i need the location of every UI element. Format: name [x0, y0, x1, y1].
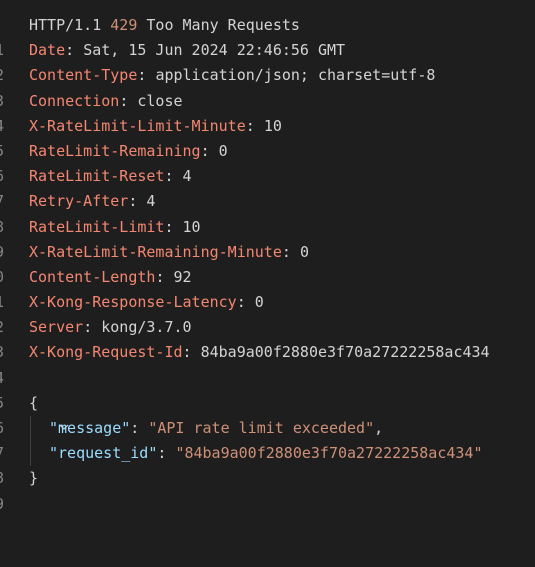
- editor-line: 9 RateLimit-Limit: 10: [0, 215, 535, 261]
- header-name: X-RateLimit-Remaining-Minute: [29, 242, 282, 261]
- editor-line: 3 Content-Type: application/json; charse…: [0, 63, 535, 109]
- header-value: kong/3.7.0: [101, 318, 192, 337]
- header-name: X-Kong-Request-Id: [29, 343, 183, 362]
- status-text: Too Many Requests: [146, 16, 300, 34]
- header-value: 10: [182, 217, 201, 236]
- line-number: 9: [0, 492, 5, 517]
- protocol: HTTP/1.1: [29, 16, 102, 34]
- header-name: Content-Type: [29, 66, 138, 85]
- header-value: 0: [218, 141, 228, 160]
- json-open-brace: {: [29, 393, 39, 412]
- header-line: X-RateLimit-Remaining-Minute: 0: [29, 242, 309, 261]
- header-line: Date: Sat, 15 Jun 2024 22:46:56 GMT: [29, 41, 346, 60]
- editor-line: 1 Content-Length: 92: [0, 265, 535, 311]
- editor-line: 4 Connection: close: [0, 89, 535, 135]
- header-value: 4: [146, 192, 156, 211]
- header-line: Retry-After: 4: [29, 192, 156, 211]
- header-value: application/json; charset=utf-8: [155, 66, 436, 85]
- header-line: X-Kong-Request-Id: 84ba9a00f2880e3f70a27…: [29, 343, 490, 362]
- header-line: Content-Length: 92: [29, 267, 192, 286]
- header-name: X-Kong-Response-Latency: [29, 293, 237, 312]
- header-name: Connection: [29, 91, 120, 110]
- editor-line: 3 Server: kong/3.7.0: [0, 315, 535, 361]
- editor-line: 7 RateLimit-Reset: 4: [0, 164, 535, 210]
- editor-line: 8 "request_id": "84ba9a00f2880e3f70a2722…: [0, 441, 535, 487]
- header-name: Server: [29, 318, 84, 337]
- editor-line: 9 }: [0, 466, 535, 512]
- header-name: RateLimit-Remaining: [29, 141, 201, 160]
- editor-line: 7 "message": "API rate limit exceeded",: [0, 416, 535, 462]
- header-value: 92: [173, 267, 192, 286]
- json-close-brace: }: [29, 469, 39, 488]
- header-name: RateLimit-Limit: [29, 217, 165, 236]
- header-line: Content-Type: application/json; charset=…: [29, 66, 436, 85]
- header-name: Content-Length: [29, 267, 156, 286]
- json-key: "message": [49, 419, 131, 437]
- header-value: 84ba9a00f2880e3f70a27222258ac434: [200, 343, 490, 362]
- header-name: RateLimit-Reset: [29, 167, 165, 186]
- header-line: Server: kong/3.7.0: [29, 318, 192, 337]
- editor-line: 6 {: [0, 391, 535, 437]
- header-value: 0: [254, 293, 264, 312]
- status-line: HTTP/1.1 429 Too Many Requests: [29, 13, 300, 38]
- header-line: RateLimit-Reset: 4: [29, 167, 192, 186]
- editor-line: 8 Retry-After: 4: [0, 189, 535, 235]
- editor-line: 0 X-RateLimit-Remaining-Minute: 0: [0, 240, 535, 286]
- header-name: X-RateLimit-Limit-Minute: [29, 116, 246, 135]
- header-name: Date: [29, 41, 66, 60]
- header-line: RateLimit-Limit: 10: [29, 217, 201, 236]
- editor-line: 5: [0, 366, 535, 412]
- status-code: 429: [110, 16, 138, 34]
- header-value: Sat, 15 Jun 2024 22:46:56 GMT: [83, 41, 346, 60]
- header-value: 0: [299, 242, 309, 261]
- json-key: "request_id": [49, 444, 158, 463]
- header-line: Connection: close: [29, 91, 183, 110]
- json-value: "84ba9a00f2880e3f70a27222258ac434": [175, 444, 483, 463]
- editor-line: 4 X-Kong-Request-Id: 84ba9a00f2880e3f70a…: [0, 340, 535, 386]
- editor-line: 2 X-Kong-Response-Latency: 0: [0, 290, 535, 336]
- editor-line: 1 HTTP/1.1 429 Too Many Requests: [0, 13, 535, 59]
- header-line: RateLimit-Remaining: 0: [29, 141, 228, 160]
- header-value: close: [137, 91, 183, 110]
- header-line: X-RateLimit-Limit-Minute: 10: [29, 116, 282, 135]
- json-field: "message": "API rate limit exceeded",: [49, 419, 384, 437]
- header-value: 10: [263, 116, 282, 135]
- header-name: Retry-After: [29, 192, 129, 211]
- json-value: "API rate limit exceeded": [148, 419, 375, 437]
- editor-line: 6 RateLimit-Remaining: 0: [0, 139, 535, 185]
- header-line: X-Kong-Response-Latency: 0: [29, 293, 264, 312]
- json-field: "request_id": "84ba9a00f2880e3f70a272222…: [49, 444, 483, 463]
- editor-line: 2 Date: Sat, 15 Jun 2024 22:46:56 GMT: [0, 38, 535, 84]
- header-value: 4: [182, 167, 192, 186]
- response-editor[interactable]: 1 HTTP/1.1 429 Too Many Requests 2 Date:…: [0, 13, 535, 513]
- editor-line: 5 X-RateLimit-Limit-Minute: 10: [0, 114, 535, 160]
